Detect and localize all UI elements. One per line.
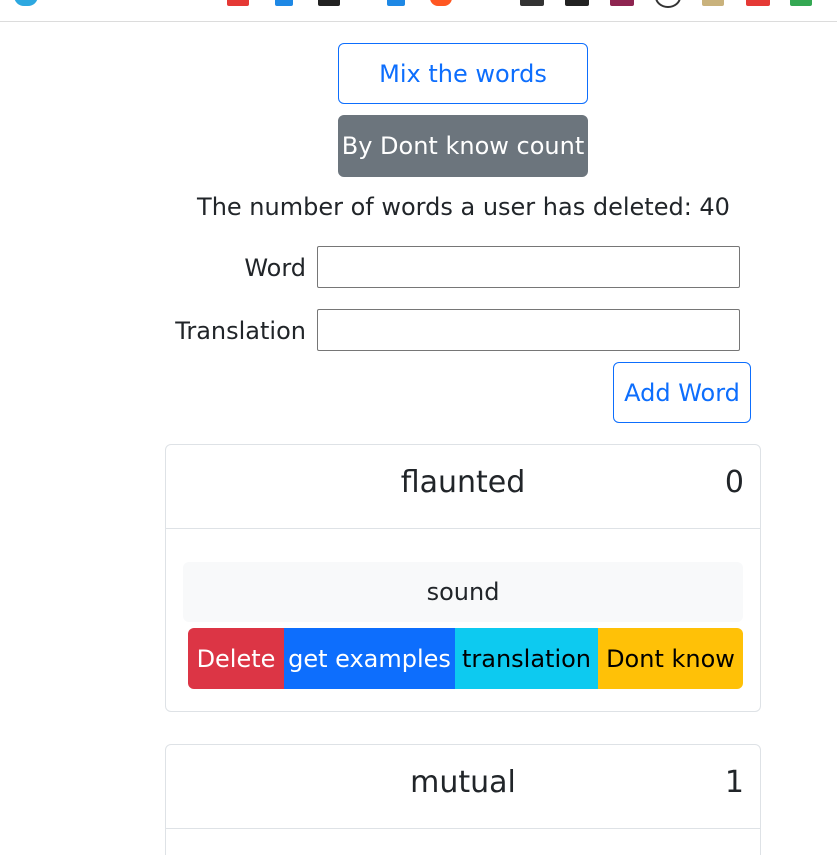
bookmark-icon[interactable]: [430, 0, 452, 6]
word-card: flaunted 0 sound Delete get examples tra…: [165, 444, 761, 712]
bookmark-icon[interactable]: [520, 0, 544, 6]
translation-label: Translation: [175, 317, 306, 345]
card-header: mutual 1: [166, 745, 760, 829]
sort-by-dont-know-button[interactable]: By Dont know count: [338, 115, 588, 177]
get-examples-button[interactable]: get examples: [284, 628, 455, 689]
bookmark-icon[interactable]: [790, 0, 812, 6]
word-input[interactable]: [317, 246, 740, 288]
dont-know-count: 0: [724, 465, 744, 500]
bookmark-icon[interactable]: [746, 0, 770, 6]
word-label: Word: [244, 254, 306, 282]
bookmark-icon[interactable]: [14, 0, 38, 6]
translation-input[interactable]: [317, 309, 740, 351]
bookmark-icon[interactable]: [610, 0, 634, 6]
mix-words-button[interactable]: Mix the words: [338, 43, 588, 104]
card-word: flaunted: [400, 465, 526, 500]
translation-display: sound: [183, 562, 743, 622]
show-translation-button[interactable]: translation: [455, 628, 598, 689]
bookmark-icon[interactable]: [655, 0, 681, 8]
bookmark-icon[interactable]: [387, 0, 405, 6]
browser-bookmark-bar: [0, 0, 837, 22]
bookmark-icon[interactable]: [227, 0, 249, 6]
deleted-count-text: The number of words a user has deleted: …: [197, 193, 730, 221]
dont-know-button[interactable]: Dont know: [598, 628, 743, 689]
bookmark-icon[interactable]: [275, 0, 293, 6]
page: Mix the words By Dont know count The num…: [0, 0, 837, 855]
add-word-button[interactable]: Add Word: [613, 362, 751, 423]
card-header: flaunted 0: [166, 445, 760, 529]
word-card: mutual 1: [165, 744, 761, 855]
bookmark-icon[interactable]: [702, 0, 724, 6]
delete-button[interactable]: Delete: [188, 628, 284, 689]
bookmark-icon[interactable]: [565, 0, 589, 6]
card-word: mutual: [410, 765, 516, 800]
dont-know-count: 1: [724, 765, 744, 800]
bookmark-icon[interactable]: [318, 0, 340, 6]
